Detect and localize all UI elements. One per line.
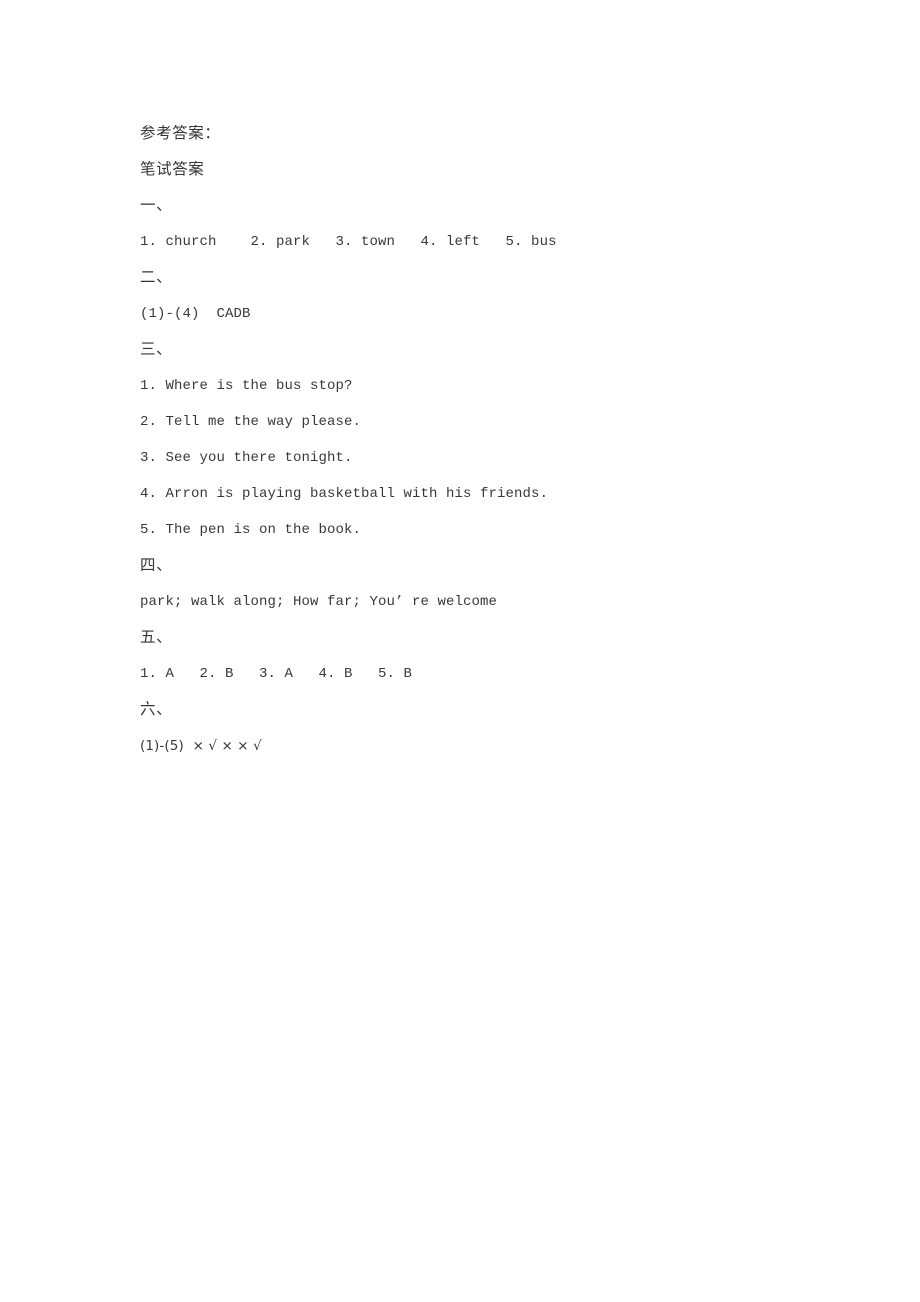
document-page: 参考答案： 笔试答案 一、 1. church 2. park 3. town … <box>0 0 920 1302</box>
section-heading-3: 三、 <box>140 341 173 358</box>
section-heading-1: 一、 <box>140 197 173 214</box>
section-1-line-1: 1. church 2. park 3. town 4. left 5. bus <box>140 234 557 250</box>
section-heading-6: 六、 <box>140 701 173 718</box>
section-5-line-1: 1. A 2. B 3. A 4. B 5. B <box>140 666 413 682</box>
section-3-line-5: 5. The pen is on the book. <box>140 522 362 538</box>
section-3-line-1: 1. Where is the bus stop? <box>140 378 353 394</box>
section-heading-5: 五、 <box>140 629 173 646</box>
section-3-line-3: 3. See you there tonight. <box>140 450 353 466</box>
section-2-line-1: (1)-(4) CADB <box>140 306 251 322</box>
section-6-line-1: (1)-(5) × √ × × √ <box>140 738 262 754</box>
section-3-line-2: 2. Tell me the way please. <box>140 414 362 430</box>
answer-key-body: 参考答案： 笔试答案 一、 1. church 2. park 3. town … <box>140 116 840 764</box>
section-heading-4: 四、 <box>140 557 173 574</box>
page-title: 参考答案： <box>140 125 221 142</box>
section-heading-2: 二、 <box>140 269 173 286</box>
section-3-line-4: 4. Arron is playing basketball with his … <box>140 486 549 502</box>
section-4-line-1: park; walk along; How far; You’ re welco… <box>140 594 498 610</box>
subtitle-written-answers: 笔试答案 <box>140 161 205 178</box>
